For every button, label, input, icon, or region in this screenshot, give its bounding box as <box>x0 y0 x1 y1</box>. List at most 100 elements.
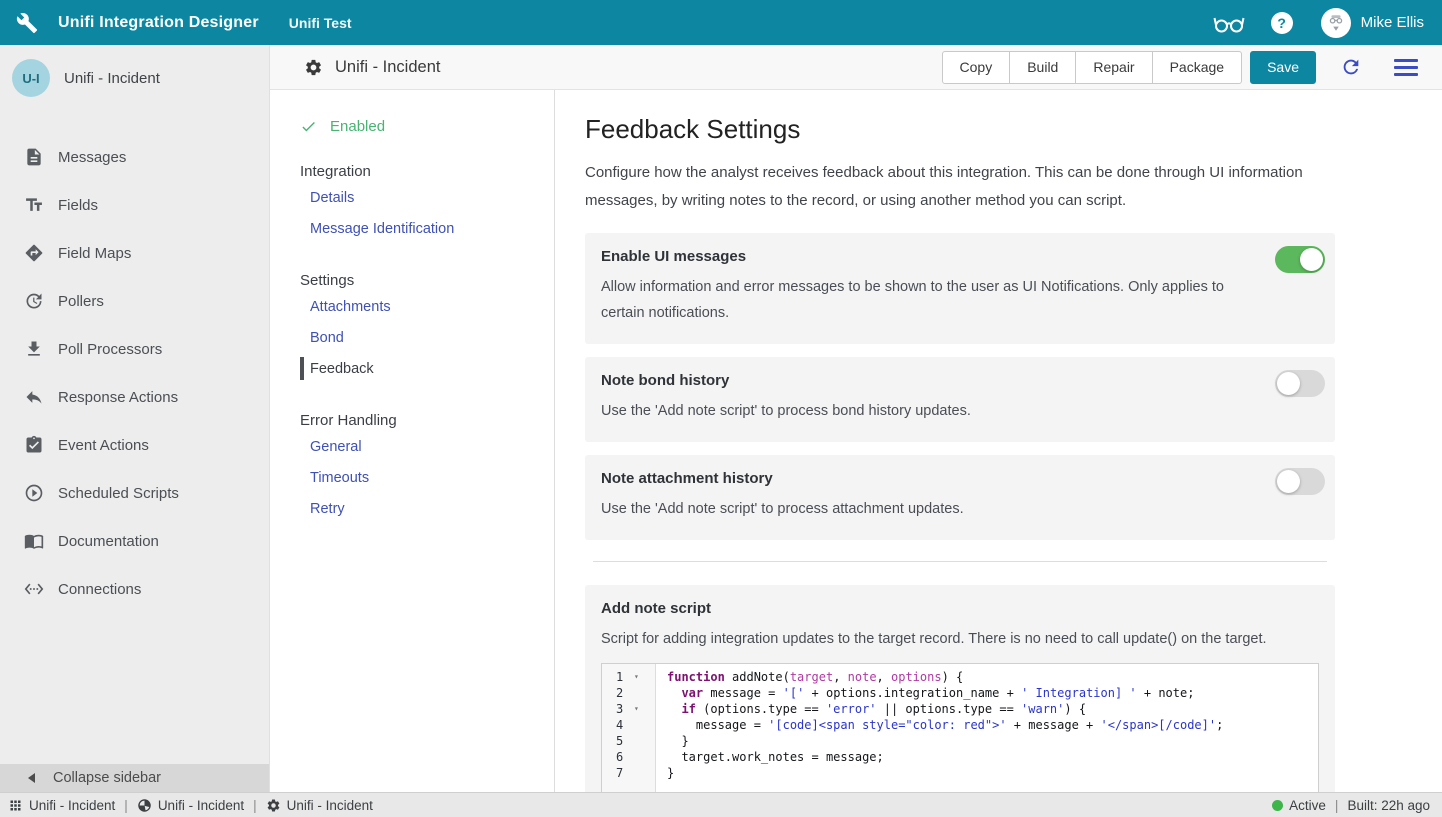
code-line: function addNote(target, note, options) … <box>667 669 1310 685</box>
glasses-icon[interactable] <box>1213 11 1245 35</box>
sidebar-app-header: U-I Unifi - Incident <box>0 45 269 107</box>
statusbar-item-label: Unifi - Incident <box>158 798 244 813</box>
code-editor[interactable]: 1▾23▾4567 function addNote(target, note, … <box>601 663 1319 792</box>
editor-gutter: 1▾23▾4567 <box>602 664 656 792</box>
nav-link-feedback[interactable]: Feedback <box>300 353 554 384</box>
app-subtitle: Unifi Test <box>289 15 352 31</box>
fold-arrow-icon[interactable]: ▾ <box>634 701 648 717</box>
menu-icon[interactable] <box>1394 55 1418 79</box>
nav-link-attachments[interactable]: Attachments <box>300 291 554 322</box>
statusbar: Unifi - Incident|Unifi - Incident|Unifi … <box>0 792 1442 817</box>
collapse-arrow-icon <box>28 773 35 783</box>
sidebar-item-fields[interactable]: Fields <box>0 181 269 229</box>
build-status: Active | Built: 22h ago <box>1272 798 1430 813</box>
add-note-script-card: Add note script Script for adding integra… <box>585 585 1335 792</box>
repair-button[interactable]: Repair <box>1075 51 1152 84</box>
nav-link-details[interactable]: Details <box>300 182 554 213</box>
nav-link-general[interactable]: General <box>300 431 554 462</box>
fold-arrow-icon[interactable]: ▾ <box>634 669 648 685</box>
help-icon[interactable]: ? <box>1271 12 1293 34</box>
play-circle-icon <box>24 483 44 503</box>
script-card-description: Script for adding integration updates to… <box>601 626 1319 652</box>
statusbar-item-1[interactable]: Unifi - Incident <box>137 798 244 813</box>
package-button[interactable]: Package <box>1152 51 1242 84</box>
nav-link-message-identification[interactable]: Message Identification <box>300 213 554 244</box>
statusbar-item-2[interactable]: Unifi - Incident <box>266 798 373 813</box>
nav-link-timeouts[interactable]: Timeouts <box>300 462 554 493</box>
sidebar-item-label: Scheduled Scripts <box>58 485 179 502</box>
copy-button[interactable]: Copy <box>942 51 1011 84</box>
statusbar-item-label: Unifi - Incident <box>29 798 115 813</box>
setting-title: Enable UI messages <box>601 248 1319 265</box>
sidebar: U-I Unifi - Incident Messages Fields Field… <box>0 45 270 792</box>
app-title: Unifi Integration Designer <box>58 14 259 32</box>
main-panel: Feedback Settings Configure how the anal… <box>555 90 1442 792</box>
sidebar-menu: Messages Fields Field Maps Pollers Poll Proc… <box>0 133 269 764</box>
book-icon <box>24 531 44 551</box>
document-icon <box>24 147 44 167</box>
setting-description: Use the 'Add note script' to process att… <box>601 496 1231 522</box>
sidebar-item-label: Fields <box>58 197 98 214</box>
app-name: Unifi - Incident <box>64 70 160 87</box>
nav-section-error-handling: Error Handling <box>300 412 554 429</box>
sidebar-item-label: Messages <box>58 149 126 166</box>
sidebar-item-label: Pollers <box>58 293 104 310</box>
sidebar-item-label: Poll Processors <box>58 341 162 358</box>
app-avatar: U-I <box>12 59 50 97</box>
toggle-on[interactable] <box>1275 246 1325 273</box>
page-title: Feedback Settings <box>585 114 1442 145</box>
sidebar-item-label: Response Actions <box>58 389 178 406</box>
collapse-sidebar-button[interactable]: Collapse sidebar <box>0 764 269 792</box>
sidebar-item-poll-processors[interactable]: Poll Processors <box>0 325 269 373</box>
record-header: Unifi - Incident CopyBuildRepairPackage … <box>270 45 1442 90</box>
user-name[interactable]: Mike Ellis <box>1361 14 1424 31</box>
sidebar-item-documentation[interactable]: Documentation <box>0 517 269 565</box>
sidebar-item-pollers[interactable]: Pollers <box>0 277 269 325</box>
settings-nav: Enabled IntegrationDetailsMessage Identi… <box>270 90 555 792</box>
code-line: } <box>667 765 1310 781</box>
update-icon <box>24 291 44 311</box>
setting-card-enable-ui-messages: Enable UI messages Allow information and … <box>585 233 1335 344</box>
sidebar-item-messages[interactable]: Messages <box>0 133 269 181</box>
setting-title: Note attachment history <box>601 470 1319 487</box>
sidebar-item-event-actions[interactable]: Event Actions <box>0 421 269 469</box>
nav-link-bond[interactable]: Bond <box>300 322 554 353</box>
sidebar-item-response-actions[interactable]: Response Actions <box>0 373 269 421</box>
sidebar-item-scheduled-scripts[interactable]: Scheduled Scripts <box>0 469 269 517</box>
toggle-off[interactable] <box>1275 468 1325 495</box>
sidebar-item-connections[interactable]: Connections <box>0 565 269 613</box>
active-label: Active <box>1289 798 1326 813</box>
settings-cards: Enable UI messages Allow information and … <box>585 233 1335 793</box>
code-line: if (options.type == 'error' || options.t… <box>667 701 1310 717</box>
check-icon <box>300 118 317 135</box>
code-line: var message = '[' + options.integration_… <box>667 685 1310 701</box>
build-button[interactable]: Build <box>1009 51 1076 84</box>
setting-description: Allow information and error messages to … <box>601 274 1231 326</box>
refresh-icon[interactable] <box>1340 56 1362 78</box>
setting-title: Note bond history <box>601 372 1319 389</box>
sidebar-item-label: Field Maps <box>58 245 131 262</box>
code-line: } <box>667 733 1310 749</box>
script-card-title: Add note script <box>601 600 1319 617</box>
nav-link-retry[interactable]: Retry <box>300 493 554 524</box>
reply-icon <box>24 387 44 407</box>
download-icon <box>24 339 44 359</box>
topbar: Unifi Integration Designer Unifi Test ? … <box>0 0 1442 45</box>
toggle-off[interactable] <box>1275 370 1325 397</box>
code-line: message = '[code]<span style="color: red… <box>667 717 1310 733</box>
sidebar-item-field-maps[interactable]: Field Maps <box>0 229 269 277</box>
wrench-icon <box>16 12 38 34</box>
save-button[interactable]: Save <box>1250 51 1316 84</box>
statusbar-item-0[interactable]: Unifi - Incident <box>8 798 115 813</box>
setting-card-note-bond-history: Note bond historyUse the 'Add note scrip… <box>585 357 1335 442</box>
gear-icon <box>266 798 281 813</box>
ethernet-icon <box>24 579 44 599</box>
directions-icon <box>24 243 44 263</box>
page-description: Configure how the analyst receives feedb… <box>585 159 1330 215</box>
user-avatar[interactable] <box>1321 8 1351 38</box>
gear-icon <box>304 58 323 77</box>
enabled-status: Enabled <box>300 118 554 135</box>
scope-icon <box>137 798 152 813</box>
header-button-group: CopyBuildRepairPackage <box>942 51 1243 84</box>
sidebar-item-label: Event Actions <box>58 437 149 454</box>
